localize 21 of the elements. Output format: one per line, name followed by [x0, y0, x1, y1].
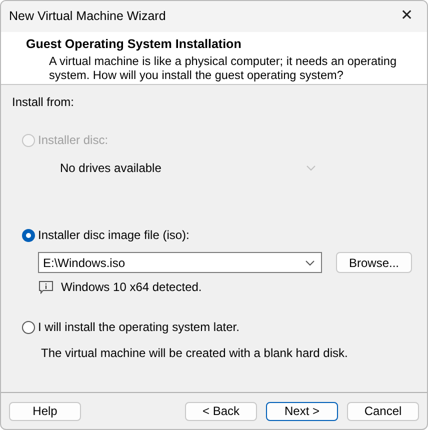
wizard-button[interactable]: Cancel [347, 402, 419, 420]
header-title: Guest Operating System Installation [26, 36, 242, 52]
radio-button[interactable] [22, 228, 35, 242]
dropdown-caret-icon [306, 164, 316, 170]
browse-button[interactable]: Browse... [336, 252, 412, 273]
option-description: The virtual machine will be created with a blank hard disk. [41, 345, 349, 362]
info-icon [39, 280, 53, 294]
dropdown-caret-icon [305, 260, 315, 266]
radio-button[interactable] [22, 320, 35, 334]
close-button[interactable]: ✕ [387, 1, 427, 32]
radio-option[interactable]: Installer disc image file (iso): [22, 226, 415, 244]
dropdown[interactable]: E:\Windows.iso [38, 252, 322, 273]
radio-option[interactable]: I will install the operating system later. [22, 318, 415, 336]
wizard-button[interactable]: Next > [266, 402, 338, 420]
radio-option: Installer disc: [22, 131, 415, 149]
wizard-button[interactable]: < Back [185, 402, 257, 420]
detection-note: Windows 10 x64 detected. [61, 279, 202, 296]
install-from-label: Install from: [12, 94, 76, 111]
wizard-button[interactable]: Help [9, 402, 81, 420]
window-title: New Virtual Machine Wizard [9, 8, 166, 26]
header-description: A virtual machine is like a physical computer; it needs an operating system. How will you install the guest operating system? [48, 54, 398, 82]
